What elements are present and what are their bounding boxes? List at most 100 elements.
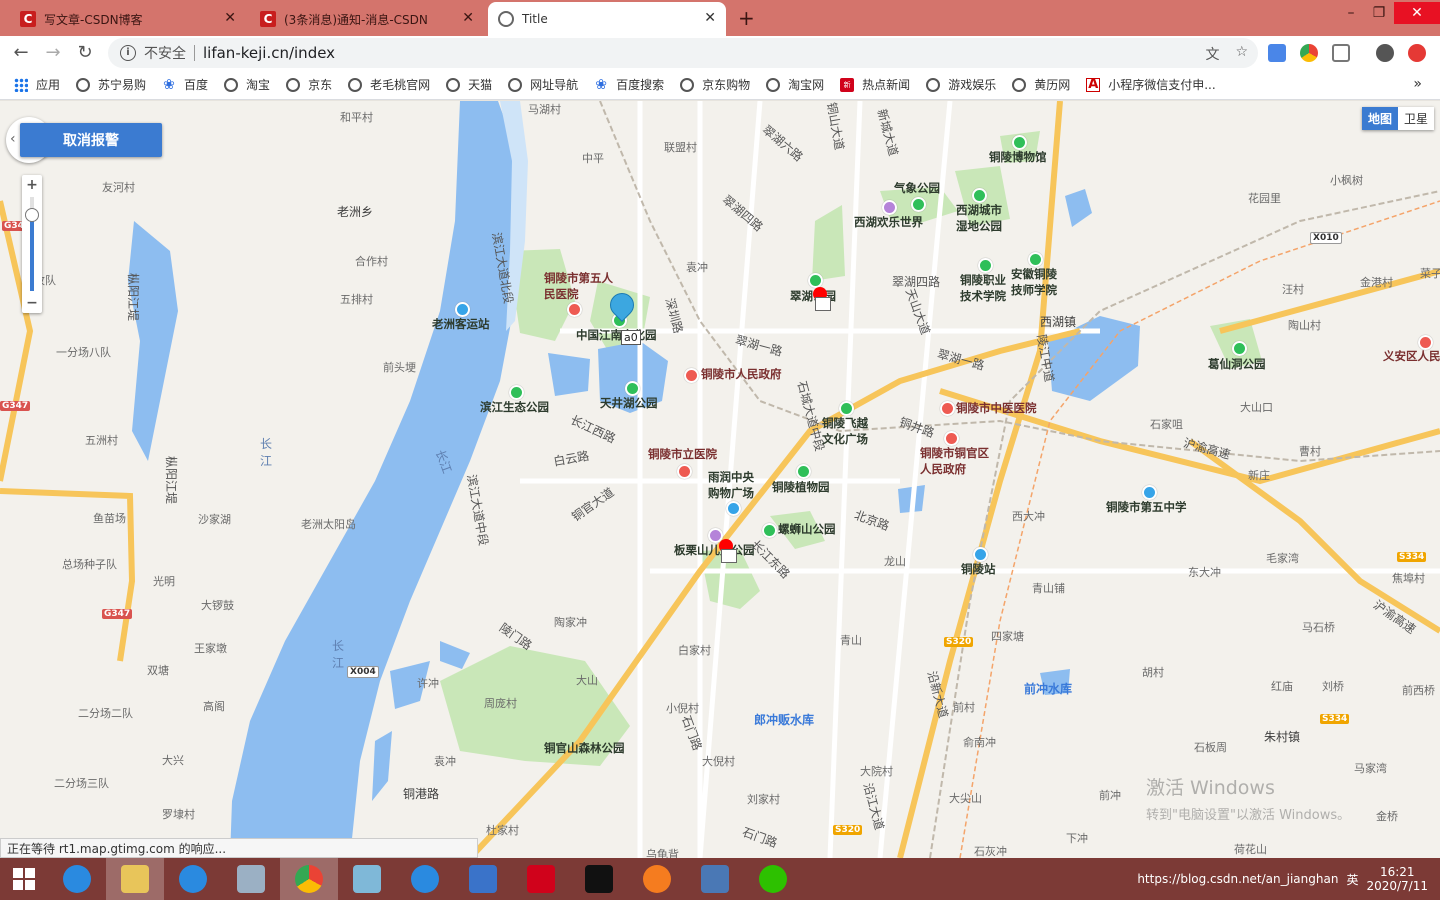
bookmark-item[interactable]: 淘宝网 [766, 76, 824, 93]
tab-title-active[interactable]: Title ✕ [488, 2, 726, 36]
map-type-map-button[interactable]: 地图 [1361, 107, 1398, 130]
poi-label[interactable]: 铜陵职业技术学院 [960, 272, 1012, 304]
poi-marker[interactable] [684, 368, 699, 383]
minimize-button[interactable]: – [1336, 2, 1366, 24]
taskbar-explorer[interactable] [106, 858, 164, 900]
poi-label[interactable]: 天井湖公园 [600, 395, 658, 411]
poi-label[interactable]: 义安区人民 [1383, 348, 1440, 364]
poi-marker[interactable] [796, 464, 811, 479]
bookmark-item[interactable]: 黄历网 [1012, 76, 1070, 93]
poi-label[interactable]: 安徽铜陵技师学院 [1011, 266, 1065, 298]
zoom-slider-handle[interactable] [25, 207, 39, 222]
chrome-extension-icon[interactable] [1300, 44, 1318, 62]
bookmark-item[interactable]: 游戏娱乐 [926, 76, 996, 93]
star-icon[interactable]: ☆ [1235, 44, 1248, 64]
restore-button[interactable]: ❐ [1364, 2, 1394, 24]
poi-label[interactable]: 铜陵市第五中学 [1106, 499, 1187, 515]
cancel-alarm-button[interactable]: 取消报警 [20, 123, 162, 157]
clock[interactable]: 16:21 2020/7/11 [1366, 865, 1428, 893]
poi-marker[interactable] [882, 200, 897, 215]
taskbar-chrome[interactable] [280, 858, 338, 900]
address-bar[interactable]: i 不安全 lifan-keji.cn/index 文 ☆ [108, 38, 1258, 68]
map-view[interactable]: 和平村 马湖村 中平 联盟村 友河村 老洲乡 合作村 五排村 牧队 一分场八队 … [0, 101, 1440, 858]
profile-avatar-icon[interactable] [1376, 44, 1394, 62]
poi-label[interactable]: 西湖城市湿地公园 [956, 202, 1008, 234]
poi-marker[interactable] [1232, 341, 1247, 356]
translate-extension-icon[interactable] [1268, 44, 1286, 62]
poi-label[interactable]: 老洲客运站 [432, 316, 490, 332]
taskbar-ie-2[interactable] [164, 858, 222, 900]
bookmark-item[interactable]: 京东 [286, 76, 332, 93]
poi-marker[interactable] [509, 385, 524, 400]
bookmark-item[interactable]: 苏宁易购 [76, 76, 146, 93]
taskbar-scissors[interactable] [454, 858, 512, 900]
poi-label[interactable]: 西湖欢乐世界 [854, 214, 923, 230]
taskbar-monitor[interactable] [222, 858, 280, 900]
bookmark-item[interactable]: A 小程序微信支付申... [1086, 76, 1216, 93]
bookmark-item[interactable]: 网址导航 [508, 76, 578, 93]
poi-marker[interactable] [677, 464, 692, 479]
translate-icon[interactable]: 文 [1205, 44, 1219, 64]
poi-marker[interactable] [940, 401, 955, 416]
marker-label[interactable]: a0 [621, 330, 641, 345]
poi-label[interactable]: 铜陵市铜官区人民政府 [920, 445, 990, 477]
tab-csdn-write[interactable]: C 写文章-CSDN博客 ✕ [10, 2, 246, 36]
new-tab-button[interactable]: + [738, 6, 755, 30]
poi-marker[interactable] [1012, 135, 1027, 150]
taskbar-remote[interactable] [686, 858, 744, 900]
taskbar-mic[interactable] [512, 858, 570, 900]
bookmark-item[interactable]: ❀ 百度搜索 [594, 76, 664, 93]
info-icon[interactable]: i [120, 45, 136, 61]
start-button[interactable] [0, 858, 48, 900]
bookmark-item[interactable]: 淘宝 [224, 76, 270, 93]
poi-label[interactable]: 铜陵飞越文化广场 [822, 415, 876, 447]
poi-marker[interactable] [911, 197, 926, 212]
alarm-marker-tag[interactable] [815, 297, 831, 311]
taskbar-wechat[interactable] [744, 858, 802, 900]
close-icon[interactable]: ✕ [704, 10, 716, 26]
close-icon[interactable]: ✕ [224, 10, 236, 26]
taskbar-intellij[interactable] [570, 858, 628, 900]
poi-marker[interactable] [978, 258, 993, 273]
update-icon[interactable] [1408, 44, 1426, 62]
cast-icon[interactable] [1332, 44, 1350, 62]
forward-button[interactable]: → [40, 40, 66, 66]
bookmark-item[interactable]: 天猫 [446, 76, 492, 93]
alarm-marker-tag[interactable] [721, 549, 737, 563]
poi-label[interactable]: 气象公园 [894, 180, 940, 196]
poi-label[interactable]: 铜陵市中医医院 [956, 400, 1037, 416]
poi-marker[interactable] [973, 547, 988, 562]
reload-button[interactable]: ↻ [72, 40, 98, 66]
bookmark-item[interactable]: 京东购物 [680, 76, 750, 93]
close-icon[interactable]: ✕ [462, 10, 474, 26]
taskbar-ie[interactable] [48, 858, 106, 900]
zoom-control[interactable]: + − [22, 175, 42, 313]
poi-label[interactable]: 螺蛳山公园 [778, 521, 836, 537]
url-text[interactable]: lifan-keji.cn/index [203, 44, 335, 62]
poi-label[interactable]: 中国江南文化园 [576, 327, 657, 343]
poi-marker[interactable] [808, 273, 823, 288]
poi-marker[interactable] [726, 501, 741, 516]
tab-csdn-notify[interactable]: C (3条消息)通知-消息-CSDN ✕ [250, 2, 484, 36]
taskbar-ie-3[interactable] [396, 858, 454, 900]
poi-marker[interactable] [625, 381, 640, 396]
zoom-in-button[interactable]: + [22, 177, 42, 193]
map-type-satellite-button[interactable]: 卫星 [1397, 107, 1434, 130]
bookmarks-overflow-button[interactable]: » [1413, 76, 1422, 92]
back-button[interactable]: ← [8, 40, 34, 66]
poi-label[interactable]: 铜陵市人民政府 [701, 366, 782, 382]
poi-label[interactable]: 铜陵市立医院 [648, 446, 717, 462]
poi-marker[interactable] [1142, 485, 1157, 500]
poi-label[interactable]: 铜陵站 [961, 561, 996, 577]
poi-label[interactable]: 滨江生态公园 [480, 399, 549, 415]
taskbar-firefox[interactable] [628, 858, 686, 900]
bookmark-item[interactable]: 新热点新闻 [840, 76, 910, 93]
zoom-out-button[interactable]: − [22, 295, 42, 311]
taskbar-notes[interactable] [338, 858, 396, 900]
poi-label[interactable]: 雨润中央购物广场 [708, 469, 764, 501]
bookmark-item[interactable]: 老毛桃官网 [348, 76, 430, 93]
poi-label[interactable]: 铜陵博物馆 [989, 149, 1047, 165]
bookmark-item[interactable]: 应用 [14, 76, 60, 93]
poi-marker[interactable] [455, 302, 470, 317]
chevron-left-icon[interactable]: ‹ [10, 131, 16, 147]
